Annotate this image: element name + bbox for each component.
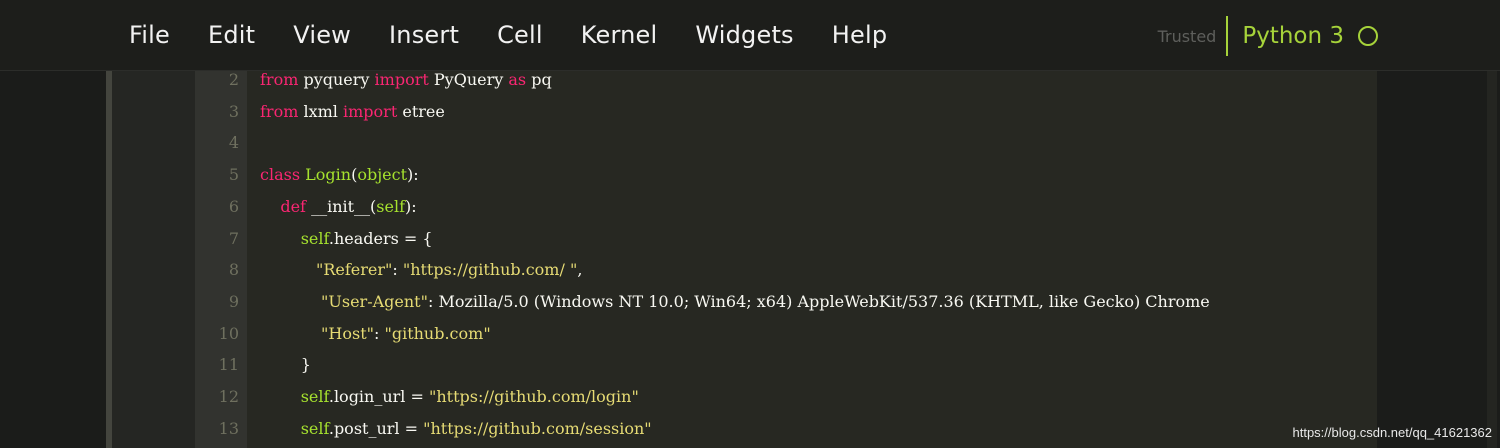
- line-number: 8: [228, 260, 239, 280]
- kernel-idle-circle-icon: [1358, 26, 1378, 46]
- code-line[interactable]: from pyquery import PyQuery as pq: [260, 71, 552, 96]
- menu-bar: File Edit View Insert Cell Kernel Widget…: [0, 0, 1500, 71]
- code-line[interactable]: from lxml import etree: [260, 96, 445, 128]
- line-number: 4: [228, 133, 239, 153]
- watermark: https://blog.csdn.net/qq_41621362: [1292, 425, 1493, 440]
- kernel-indicator: Trusted Python 3: [1158, 16, 1378, 56]
- menu-insert[interactable]: Insert: [370, 21, 478, 49]
- menu-widgets[interactable]: Widgets: [676, 21, 812, 49]
- line-number: 5: [228, 165, 239, 185]
- menu-file[interactable]: File: [110, 21, 189, 49]
- line-number: 6: [228, 196, 239, 216]
- code-line[interactable]: self.post_url = "https://github.com/sess…: [260, 413, 652, 445]
- main-menu: File Edit View Insert Cell Kernel Widget…: [110, 0, 906, 70]
- scrollbar[interactable]: [1487, 71, 1497, 448]
- code-line[interactable]: self.headers = {: [260, 223, 433, 255]
- line-number: 2: [228, 70, 239, 89]
- line-number: 7: [228, 228, 239, 248]
- notebook-margin: [1377, 71, 1500, 448]
- code-line[interactable]: self.login_url = "https://github.com/log…: [260, 381, 639, 413]
- menu-edit[interactable]: Edit: [189, 21, 274, 49]
- menu-view[interactable]: View: [274, 21, 370, 49]
- menu-kernel[interactable]: Kernel: [562, 21, 677, 49]
- trusted-badge[interactable]: Trusted: [1158, 27, 1217, 46]
- menu-help[interactable]: Help: [813, 21, 907, 49]
- line-number-gutter: 2 3 4 5 6 7 8 9 10 11 12 13: [195, 70, 247, 448]
- code-line[interactable]: def __init__(self):: [260, 191, 416, 223]
- code-line[interactable]: "Referer": "https://github.com/ ",: [260, 254, 582, 286]
- line-number: 10: [218, 323, 239, 343]
- line-number: 3: [228, 101, 239, 121]
- code-line[interactable]: class Login(object):: [260, 159, 419, 191]
- kernel-divider: [1226, 16, 1229, 56]
- code-line[interactable]: "Host": "github.com": [260, 318, 491, 350]
- line-number: 13: [218, 418, 239, 438]
- menu-cell[interactable]: Cell: [478, 21, 562, 49]
- line-number: 11: [218, 355, 239, 375]
- code-line[interactable]: "User-Agent": Mozilla/5.0 (Windows NT 10…: [260, 286, 1210, 318]
- code-line[interactable]: }: [260, 349, 311, 381]
- line-number: 9: [228, 291, 239, 311]
- kernel-name[interactable]: Python 3: [1242, 23, 1344, 49]
- line-number: 12: [218, 387, 239, 406]
- code-editor[interactable]: from pyquery import PyQuery as pq from lx…: [247, 71, 1377, 448]
